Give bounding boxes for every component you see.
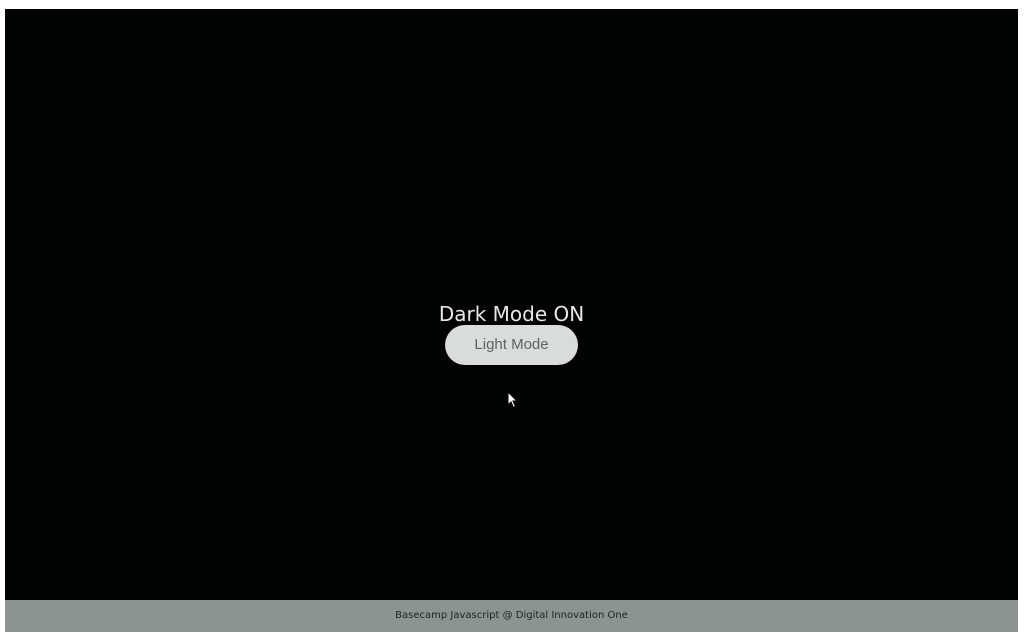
dark-mode-page: Dark Mode ON Light Mode Basecamp Javascr… <box>5 9 1018 632</box>
footer-text: Basecamp Javascript @ Digital Innovation… <box>395 610 628 621</box>
light-mode-button[interactable]: Light Mode <box>445 325 578 365</box>
footer: Basecamp Javascript @ Digital Innovation… <box>5 600 1018 632</box>
mouse-pointer-icon <box>507 390 519 409</box>
main-content: Dark Mode ON Light Mode <box>5 9 1018 600</box>
